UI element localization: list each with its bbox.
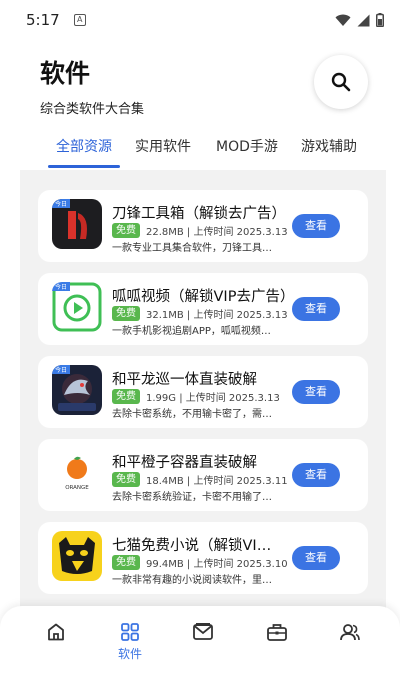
users-icon — [340, 624, 360, 641]
wifi-icon — [335, 14, 351, 26]
tab-game-assist[interactable]: 游戏辅助 — [296, 128, 362, 156]
blade-toolbox-icon: 今日 — [52, 199, 102, 249]
nav-software-label: 软件 — [117, 647, 142, 661]
notification-icon: A — [73, 14, 86, 26]
category-tabs: 全部资源 实用软件 MOD手游 游戏辅助 — [0, 128, 400, 168]
app-card[interactable]: 今日 刀锋工具箱（解锁去广告） 免费 22.8MB | 上传时间 2025.3.… — [38, 190, 368, 262]
app-size-date: 1.99G | 上传时间 2025.3.13 — [146, 393, 280, 404]
page-title: 软件 — [40, 59, 91, 88]
dragon-game-icon: 今日 — [52, 365, 102, 415]
view-button[interactable]: 查看 — [292, 380, 340, 404]
nav-home[interactable] — [26, 606, 86, 673]
icon-label: ORANGE — [65, 485, 89, 491]
app-name: 七猫免费小说（解锁VIP去广告） — [112, 538, 272, 554]
app-meta: 免费 18.4MB | 上传时间 2025.3.11 — [112, 472, 288, 487]
app-description: 去除卡密系统，不用输卡密了，需要将正版卸载 — [112, 409, 272, 420]
app-name: 呱呱视频（解锁VIP去广告） — [112, 289, 295, 305]
app-description: 去除卡密系统验证，卡密不用输了，需要卸载正版 — [112, 492, 272, 503]
toolbox-icon — [267, 624, 287, 641]
app-name: 和平龙巡一体直装破解 — [112, 372, 257, 388]
search-button[interactable] — [314, 55, 368, 109]
app-card[interactable]: 今日 呱呱视频（解锁VIP去广告） 免费 32.1MB | 上传时间 2025.… — [38, 273, 368, 345]
header: 软件 综合类软件大合集 — [40, 54, 144, 117]
app-list: 今日 刀锋工具箱（解锁去广告） 免费 22.8MB | 上传时间 2025.3.… — [20, 170, 386, 615]
status-bar: 5:17 A — [0, 0, 400, 40]
free-badge: 免费 — [112, 555, 140, 570]
app-meta: 免费 32.1MB | 上传时间 2025.3.13 — [112, 306, 288, 321]
search-icon — [331, 72, 351, 92]
free-badge: 免费 — [112, 472, 140, 487]
page-subtitle: 综合类软件大合集 — [40, 102, 145, 117]
app-meta: 免费 22.8MB | 上传时间 2025.3.13 — [112, 223, 288, 238]
nav-profile[interactable] — [320, 606, 380, 673]
app-name: 刀锋工具箱（解锁去广告） — [112, 206, 286, 222]
app-size-date: 32.1MB | 上传时间 2025.3.13 — [146, 310, 288, 321]
app-description: 一款专业工具集合软件，刀锋工具箱，海量实用工具 — [112, 243, 272, 254]
app-card[interactable]: 今日 和平龙巡一体直装破解 免费 1.99G | 上传时间 2025.3.13 … — [38, 356, 368, 428]
app-meta: 免费 1.99G | 上传时间 2025.3.13 — [112, 389, 280, 404]
signal-icon — [357, 14, 370, 26]
app-name: 和平橙子容器直装破解 — [112, 455, 257, 471]
guagua-video-icon: 今日 — [52, 282, 102, 332]
app-card[interactable]: ORANGE 和平橙子容器直装破解 免费 18.4MB | 上传时间 2025.… — [38, 439, 368, 511]
battery-icon — [376, 13, 384, 27]
view-button[interactable]: 查看 — [292, 463, 340, 487]
free-badge: 免费 — [112, 306, 140, 321]
tab-mod-games[interactable]: MOD手游 — [210, 128, 284, 156]
bottom-nav: 软件 — [0, 606, 400, 673]
nav-software[interactable]: 软件 — [100, 606, 160, 673]
tab-utility-software[interactable]: 实用软件 — [130, 128, 196, 156]
free-badge: 免费 — [112, 223, 140, 238]
app-size-date: 99.4MB | 上传时间 2025.3.10 — [146, 559, 288, 570]
free-badge: 免费 — [112, 389, 140, 404]
mail-icon — [193, 623, 213, 640]
view-button[interactable]: 查看 — [292, 214, 340, 238]
tab-all-resources[interactable]: 全部资源 — [46, 128, 122, 156]
icon-label: 今日 — [55, 200, 67, 208]
home-icon — [48, 623, 64, 641]
qimao-novel-icon — [52, 531, 102, 581]
app-description: 一款手机影视追剧APP，呱呱视频，海量影视资源 — [112, 326, 272, 337]
active-tab-indicator — [48, 165, 120, 168]
icon-label: 今日 — [55, 283, 67, 291]
app-description: 一款非常有趣的小说阅读软件，里面汇聚了海量小说 — [112, 575, 272, 586]
nav-messages[interactable] — [173, 606, 233, 673]
view-button[interactable]: 查看 — [292, 297, 340, 321]
app-size-date: 22.8MB | 上传时间 2025.3.13 — [146, 227, 288, 238]
app-size-date: 18.4MB | 上传时间 2025.3.11 — [146, 476, 288, 487]
nav-tools[interactable] — [247, 606, 307, 673]
grid-icon — [121, 623, 139, 641]
icon-label: 今日 — [55, 366, 67, 374]
status-icons — [335, 13, 384, 27]
orange-container-icon: ORANGE — [52, 448, 102, 498]
view-button[interactable]: 查看 — [292, 546, 340, 570]
app-meta: 免费 99.4MB | 上传时间 2025.3.10 — [112, 555, 288, 570]
status-time: 5:17 — [26, 11, 60, 29]
app-card[interactable]: 七猫免费小说（解锁VIP去广告） 免费 99.4MB | 上传时间 2025.3… — [38, 522, 368, 594]
